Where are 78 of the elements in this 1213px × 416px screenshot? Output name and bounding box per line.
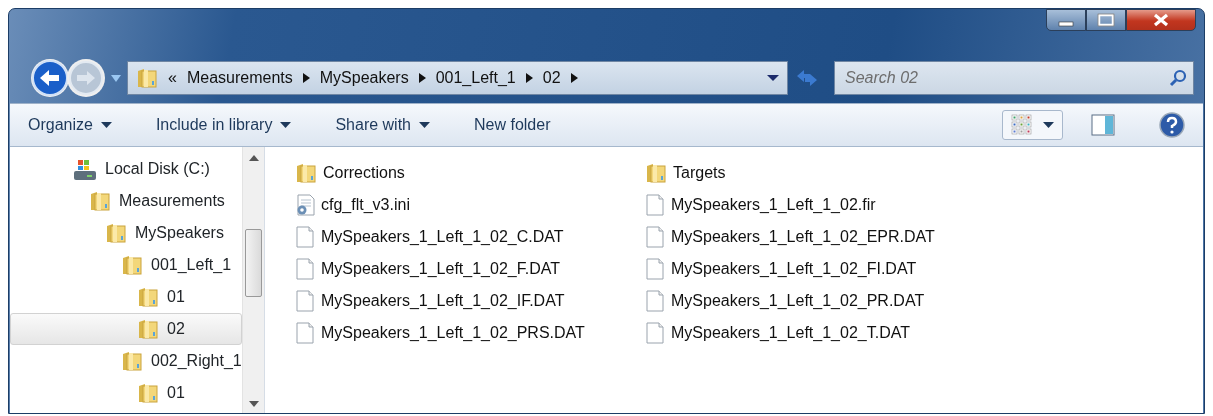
scroll-down-icon[interactable] [249, 401, 259, 407]
folder-icon [645, 162, 667, 184]
file-icon [295, 290, 315, 312]
file-icon [645, 226, 665, 248]
help-icon[interactable] [1159, 112, 1185, 138]
tree-item[interactable]: 01 [10, 281, 242, 313]
close-icon [1152, 13, 1170, 27]
maximize-button[interactable] [1086, 9, 1126, 31]
folder-icon [121, 350, 143, 372]
scroll-thumb[interactable] [245, 229, 262, 297]
folder-icon [105, 222, 127, 244]
file-item[interactable]: MySpeakers_1_Left_1_02_PR.DAT [645, 285, 995, 317]
breadcrumb-item[interactable]: Measurements [186, 66, 293, 90]
file-item[interactable]: MySpeakers_1_Left_1_02_PRS.DAT [295, 317, 645, 349]
minimize-button[interactable] [1046, 9, 1086, 31]
toolbar-button[interactable]: Share with [335, 113, 430, 137]
file-item[interactable]: MySpeakers_1_Left_1_02_EPR.DAT [645, 221, 995, 253]
search-box[interactable]: Search 02 [834, 61, 1194, 95]
address-bar[interactable]: « Measurements MySpeakers 001_Left_1 02 [127, 61, 788, 95]
file-item[interactable]: MySpeakers_1_Left_1_02_FI.DAT [645, 253, 995, 285]
chevron-icon[interactable] [418, 73, 426, 83]
folder-icon [89, 190, 111, 212]
dropdown-icon[interactable] [767, 75, 779, 81]
chevron-icon[interactable] [302, 73, 310, 83]
file-icon [645, 322, 665, 344]
chevron-icon[interactable] [570, 73, 578, 83]
maximize-icon [1097, 13, 1115, 27]
scroll-up-icon[interactable] [249, 155, 259, 161]
file-icon [645, 194, 665, 216]
file-item[interactable]: MySpeakers_1_Left_1_02_IF.DAT [295, 285, 645, 317]
file-item[interactable]: MySpeakers_1_Left_1_02_C.DAT [295, 221, 645, 253]
caret-icon [280, 122, 292, 128]
file-item[interactable]: Targets [645, 157, 995, 189]
folder-icon [137, 286, 159, 308]
drive-icon [73, 157, 97, 181]
search-field[interactable]: Search 02 [843, 65, 1169, 91]
tree-item[interactable]: MySpeakers [10, 217, 242, 249]
file-item[interactable]: MySpeakers_1_Left_1_02_T.DAT [645, 317, 995, 349]
folder-icon [136, 67, 158, 89]
toolbar-button[interactable]: Organize [28, 113, 112, 137]
close-button[interactable] [1126, 9, 1196, 31]
folder-icon [295, 162, 317, 184]
folder-icon [137, 382, 159, 404]
breadcrumb-item[interactable]: MySpeakers [319, 66, 409, 90]
toolbar-button[interactable]: New folder [474, 113, 551, 137]
breadcrumb-item[interactable]: 001_Left_1 [435, 66, 516, 90]
tree-item[interactable]: Local Disk (C:) [10, 153, 242, 185]
view-options-button[interactable] [1002, 110, 1063, 140]
file-icon [295, 322, 315, 344]
back-button[interactable] [31, 59, 69, 97]
minimize-icon [1057, 21, 1075, 27]
caret-icon [1043, 122, 1054, 128]
settings-file-icon [295, 194, 315, 216]
tree-item[interactable]: 01 [10, 377, 242, 409]
toolbar-button[interactable]: Include in library [155, 113, 292, 137]
file-item[interactable]: MySpeakers_1_Left_1_02.fir [645, 189, 995, 221]
tree-item[interactable]: Measurements [10, 185, 242, 217]
forward-button[interactable] [67, 59, 105, 97]
file-item[interactable]: MySpeakers_1_Left_1_02_F.DAT [295, 253, 645, 285]
tree-item[interactable]: 02 [10, 313, 242, 345]
tree-item[interactable]: 002_Right_1 [10, 345, 242, 377]
file-item[interactable]: Corrections [295, 157, 645, 189]
caret-icon [100, 122, 112, 128]
search-icon [1169, 69, 1187, 87]
chevron-icon[interactable] [525, 73, 533, 83]
file-icon [295, 226, 315, 248]
view-grid-icon [1011, 114, 1033, 136]
caret-icon [419, 122, 430, 128]
folder-icon [121, 254, 143, 276]
folder-icon [137, 318, 159, 340]
breadcrumb-item[interactable]: 02 [542, 66, 561, 90]
file-item[interactable]: cfg_flt_v3.ini [295, 189, 645, 221]
scrollbar[interactable] [242, 147, 264, 413]
file-icon [295, 258, 315, 280]
tree-item[interactable]: 001_Left_1 [10, 249, 242, 281]
overflow-chevron[interactable]: « [168, 66, 177, 90]
file-icon [645, 258, 665, 280]
file-icon [645, 290, 665, 312]
